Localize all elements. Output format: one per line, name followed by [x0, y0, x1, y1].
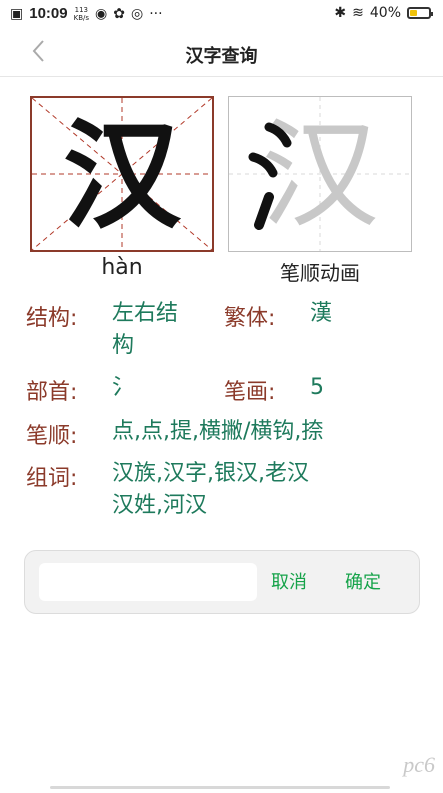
home-indicator[interactable]: [50, 786, 390, 789]
confirm-button[interactable]: 确定: [345, 568, 381, 594]
page-title: 汉字查询: [185, 46, 258, 67]
status-right: ✱ ≋ 40%: [334, 5, 433, 21]
battery-tip: [431, 12, 433, 16]
radical-value: 氵: [112, 375, 135, 400]
net-speed: 113 KB/s: [74, 6, 89, 22]
query-card: 取消 确定: [24, 550, 420, 614]
words-line1: 汉族,汉字,银汉,老汉: [112, 461, 309, 486]
structure-label: 结构:: [26, 306, 78, 331]
cancel-button[interactable]: 取消: [271, 568, 307, 594]
words-value: 汉族,汉字,银汉,老汉 汉姓,河汉: [112, 458, 309, 522]
stroke-animation-label[interactable]: 笔顺动画: [228, 257, 412, 286]
strokes-label: 笔画:: [224, 380, 276, 405]
stroke-animation-box[interactable]: 汉: [228, 96, 412, 252]
stroke-order-value: 点,点,提,横撇/横钩,捺: [112, 419, 324, 444]
words-line2: 汉姓,河汉: [112, 493, 207, 518]
watermark: pc6: [403, 752, 435, 777]
wifi-icon: ≋: [352, 5, 364, 21]
traditional-value: 漢: [310, 301, 333, 326]
more-icon: ···: [149, 5, 163, 22]
battery-icon: [407, 7, 433, 19]
radical-label: 部首:: [26, 380, 78, 405]
pinyin-text: hàn: [101, 255, 143, 280]
bluetooth-icon: ✱: [334, 5, 347, 21]
traditional-label: 繁体:: [224, 306, 276, 331]
stroke-order-label: 笔顺:: [26, 424, 78, 449]
gallery-icon: ▣: [10, 5, 24, 22]
app-icon: ✿: [113, 5, 125, 22]
words-label: 组词:: [26, 466, 78, 491]
net-speed-value: 113: [74, 5, 88, 14]
notification-icon: ◎: [130, 5, 144, 22]
status-bar: ▣ 10:09 113 KB/s ◉ ✿ ◎ ··· ✱ ≋ 40%: [0, 0, 443, 30]
character-input[interactable]: [39, 563, 257, 601]
battery-percent: 40%: [369, 5, 401, 21]
net-speed-unit: KB/s: [73, 13, 90, 22]
battery-fill: [410, 10, 417, 16]
structure-value-line1: 左右结: [112, 301, 179, 326]
status-time: 10:09: [29, 5, 68, 22]
structure-value: 左右结 构: [112, 298, 178, 362]
app-header: 汉字查询: [0, 30, 443, 77]
character-glyph: 汉: [62, 107, 181, 245]
structure-value-line2: 构: [112, 333, 135, 358]
status-left: ▣ 10:09 113 KB/s ◉ ✿ ◎ ···: [10, 5, 163, 22]
wechat-icon: ◉: [95, 5, 108, 22]
strokes-value: 5: [310, 375, 324, 400]
character-box: 汉: [30, 96, 214, 252]
drawn-strokes: [248, 122, 292, 230]
